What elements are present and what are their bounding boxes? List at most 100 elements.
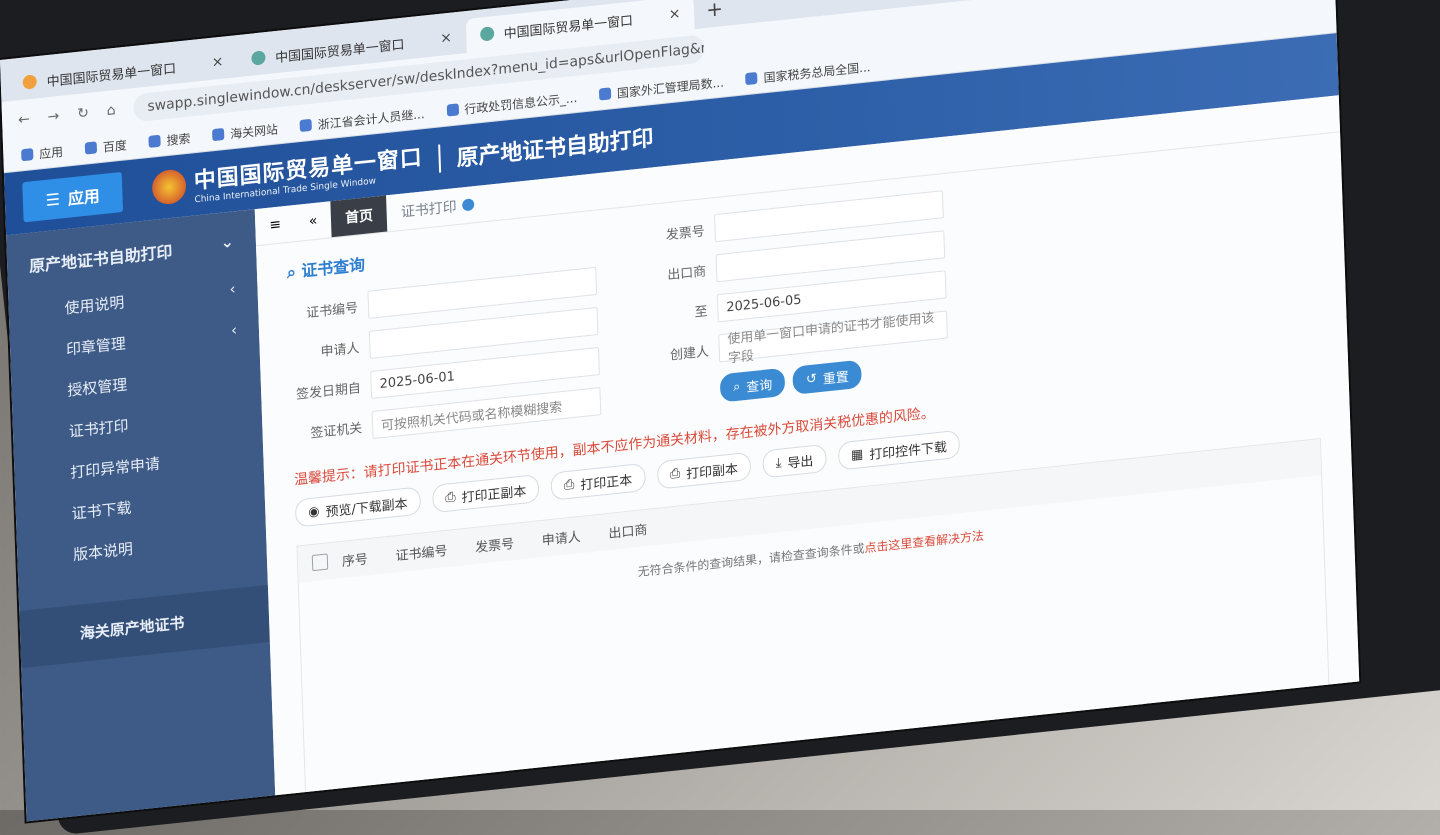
sidebar-item-label: 授权管理 bbox=[67, 375, 128, 400]
bookmark-item[interactable]: 海关网站 bbox=[212, 120, 278, 144]
app-menu-label: 应用 bbox=[67, 186, 101, 209]
print-plugin-download-button[interactable]: ▦ 打印控件下载 bbox=[837, 429, 961, 471]
button-label: 打印正副本 bbox=[461, 483, 527, 506]
print-copy-button[interactable]: ⎙ 打印副本 bbox=[656, 451, 752, 490]
search-icon: ⌕ bbox=[286, 262, 297, 283]
header-divider bbox=[438, 144, 442, 173]
tab-label: 中国国际贸易单一窗口 bbox=[46, 61, 177, 90]
forward-icon[interactable]: → bbox=[47, 108, 59, 125]
search-title-text: 证书查询 bbox=[301, 254, 366, 281]
empty-help-link[interactable]: 点击这里查看解决方法 bbox=[864, 527, 990, 740]
tab-label: 中国国际贸易单一窗口 bbox=[503, 13, 634, 42]
column-header[interactable]: 出口商 bbox=[594, 517, 661, 543]
page-title: 原产地证书自助打印 bbox=[456, 126, 655, 172]
collapse-left-icon[interactable]: « bbox=[294, 201, 332, 241]
preview-download-copy-button[interactable]: ◉ 预览/下载副本 bbox=[294, 486, 421, 528]
folder-icon bbox=[212, 127, 225, 142]
invoice-label: 发票号 bbox=[665, 223, 705, 243]
sidebar: 原产地证书自助打印 ⌄ 使用说明 ‹ 印章管理 ‹ 授权管理 证书打印 打印异常申请… bbox=[6, 209, 276, 822]
column-header[interactable]: 证书编号 bbox=[381, 538, 461, 565]
globe-icon bbox=[446, 103, 459, 117]
button-label: 打印控件下载 bbox=[869, 439, 948, 463]
bookmark-label: 国家外汇管理局数... bbox=[616, 74, 725, 101]
bookmark-item[interactable]: 应用 bbox=[21, 142, 63, 163]
bookmark-label: 应用 bbox=[38, 144, 64, 161]
close-icon[interactable]: × bbox=[211, 54, 223, 71]
button-label: 预览/下载副本 bbox=[325, 496, 408, 520]
hamburger-icon[interactable]: ≡ bbox=[255, 205, 296, 245]
site-favicon-icon bbox=[251, 50, 266, 66]
reload-icon[interactable]: ↻ bbox=[77, 105, 89, 122]
menu-icon: ☰ bbox=[45, 188, 61, 210]
authority-label: 签证机关 bbox=[310, 420, 363, 442]
exporter-label: 出口商 bbox=[667, 263, 707, 283]
column-header[interactable]: 申请人 bbox=[528, 524, 595, 550]
date-from-label: 签发日期自 bbox=[295, 380, 362, 403]
print-both-button[interactable]: ⎙ 打印正副本 bbox=[431, 473, 540, 514]
bookmark-label: 百度 bbox=[102, 137, 128, 155]
sidebar-item-label: 使用说明 bbox=[64, 293, 125, 318]
new-tab-icon[interactable]: + bbox=[694, 0, 736, 29]
applicant-label: 申请人 bbox=[320, 340, 360, 360]
cert-no-label: 证书编号 bbox=[306, 300, 359, 321]
tab-home[interactable]: 首页 bbox=[330, 195, 388, 238]
reset-icon: ↺ bbox=[805, 370, 818, 388]
sidebar-item-label: 证书打印 bbox=[68, 416, 129, 441]
sidebar-item-customs[interactable]: 海关原产地证书 bbox=[19, 584, 270, 669]
warning-prefix: 温馨提示： bbox=[293, 465, 365, 489]
select-all-checkbox[interactable] bbox=[311, 553, 329, 572]
site-favicon-icon bbox=[22, 74, 37, 90]
home-icon[interactable]: ⌂ bbox=[107, 102, 116, 119]
apps-icon bbox=[21, 148, 34, 162]
export-button[interactable]: ⤓ 导出 bbox=[762, 443, 827, 479]
chevron-left-icon: ‹ bbox=[230, 320, 238, 340]
button-label: 打印副本 bbox=[685, 461, 739, 483]
date-to-label: 至 bbox=[694, 303, 708, 321]
column-header[interactable]: 发票号 bbox=[461, 531, 528, 557]
tab-label: 中国国际贸易单一窗口 bbox=[274, 37, 405, 66]
tab-label: 证书打印 bbox=[400, 199, 457, 221]
query-button[interactable]: ⌕ 查询 bbox=[719, 367, 786, 403]
reset-button[interactable]: ↺ 重置 bbox=[792, 359, 863, 395]
printer-icon: ⎙ bbox=[444, 489, 456, 506]
back-icon[interactable]: ← bbox=[18, 111, 30, 128]
sidebar-group-label: 原产地证书自助打印 bbox=[28, 242, 173, 277]
sidebar-item-label: 海关原产地证书 bbox=[79, 613, 185, 643]
chevron-down-icon: ⌄ bbox=[220, 231, 235, 252]
app-menu-button[interactable]: ☰ 应用 bbox=[22, 171, 124, 223]
bookmark-label: 海关网站 bbox=[229, 121, 279, 141]
close-tab-icon[interactable] bbox=[462, 198, 475, 212]
paw-icon bbox=[84, 141, 98, 155]
button-label: 导出 bbox=[787, 453, 814, 472]
bookmark-item[interactable]: 搜索 bbox=[148, 129, 191, 150]
eye-icon: ◉ bbox=[307, 503, 320, 520]
sidebar-item-label: 印章管理 bbox=[65, 334, 127, 359]
bookmark-label: 行政处罚信息公示_... bbox=[464, 90, 578, 117]
empty-text: 无符合条件的查询结果，请检查查询条件或 bbox=[637, 541, 865, 580]
globe-icon bbox=[148, 134, 161, 148]
query-label: 查询 bbox=[746, 377, 773, 396]
plugin-icon: ▦ bbox=[850, 446, 864, 463]
site-favicon-icon bbox=[479, 26, 494, 42]
print-original-button[interactable]: ⎙ 打印正本 bbox=[550, 462, 646, 501]
site-icon bbox=[299, 118, 312, 133]
sidebar-item-label: 打印异常申请 bbox=[70, 454, 161, 482]
printer-icon: ⎙ bbox=[669, 465, 681, 482]
sidebar-item-label: 证书下载 bbox=[71, 498, 132, 524]
globe-icon bbox=[598, 87, 612, 101]
creator-label: 创建人 bbox=[669, 343, 710, 364]
reset-label: 重置 bbox=[822, 369, 850, 388]
bookmark-label: 浙江省会计人员继... bbox=[317, 106, 425, 132]
bookmark-item[interactable]: 百度 bbox=[84, 136, 128, 157]
printer-icon: ⎙ bbox=[563, 476, 575, 493]
close-icon[interactable]: × bbox=[668, 6, 680, 23]
column-header[interactable]: 序号 bbox=[328, 546, 382, 571]
close-icon[interactable]: × bbox=[440, 30, 452, 47]
laptop-screen: 中国国际贸易单一窗口 × 中国国际贸易单一窗口 × 中国国际贸易单一窗口 × +… bbox=[0, 0, 1360, 822]
sidebar-item-label: 版本说明 bbox=[72, 539, 134, 565]
bookmark-label: 搜索 bbox=[166, 131, 191, 148]
search-icon: ⌕ bbox=[732, 378, 741, 395]
button-label: 打印正本 bbox=[580, 472, 633, 494]
logo-emblem-icon bbox=[151, 168, 187, 206]
search-icon bbox=[745, 71, 758, 86]
